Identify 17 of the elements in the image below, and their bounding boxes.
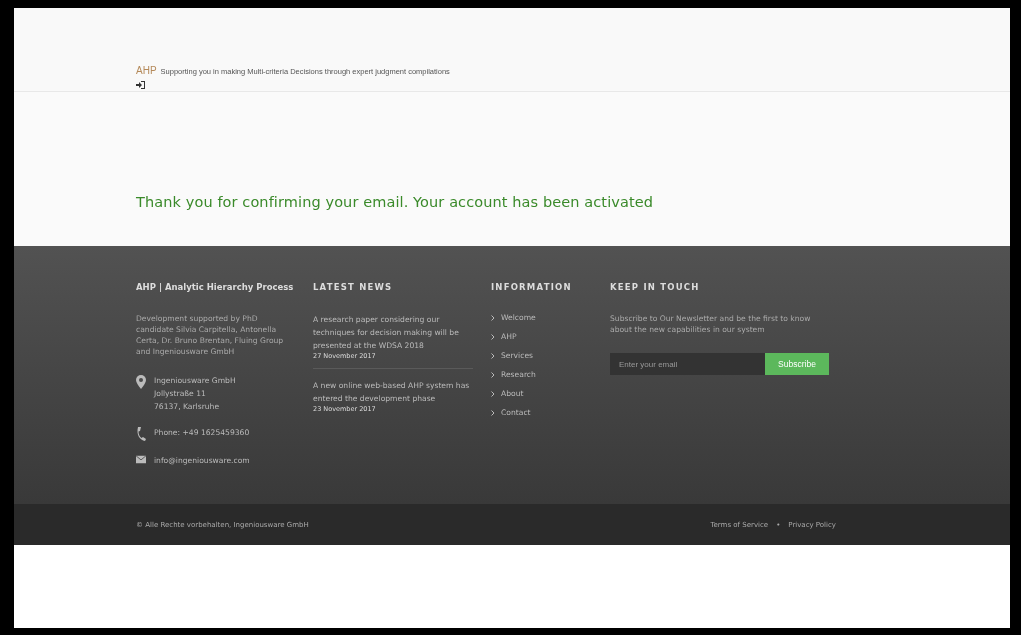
footer-heading: KEEP IN TOUCH bbox=[610, 282, 701, 292]
chevron-icon bbox=[491, 410, 495, 416]
brand-logo[interactable]: AHP bbox=[136, 65, 157, 76]
chevron-icon bbox=[491, 372, 495, 378]
chevron-icon bbox=[491, 315, 495, 321]
footer-heading: INFORMATION bbox=[491, 282, 573, 292]
chevron-icon bbox=[491, 334, 495, 340]
chevron-icon bbox=[491, 391, 495, 397]
envelope-icon bbox=[136, 455, 146, 464]
confirmation-message: Thank you for confirming your email. Your account has been activated bbox=[136, 194, 655, 210]
location-pin-icon bbox=[136, 375, 146, 389]
sign-in-icon[interactable] bbox=[136, 81, 145, 89]
chevron-icon bbox=[491, 353, 495, 359]
footer-heading: AHP | Analytic Hierarchy Process bbox=[136, 282, 295, 292]
footer-heading: LATEST NEWS bbox=[313, 282, 394, 292]
email-field[interactable]: Enter your email bbox=[610, 353, 765, 375]
phone-icon bbox=[136, 427, 146, 441]
